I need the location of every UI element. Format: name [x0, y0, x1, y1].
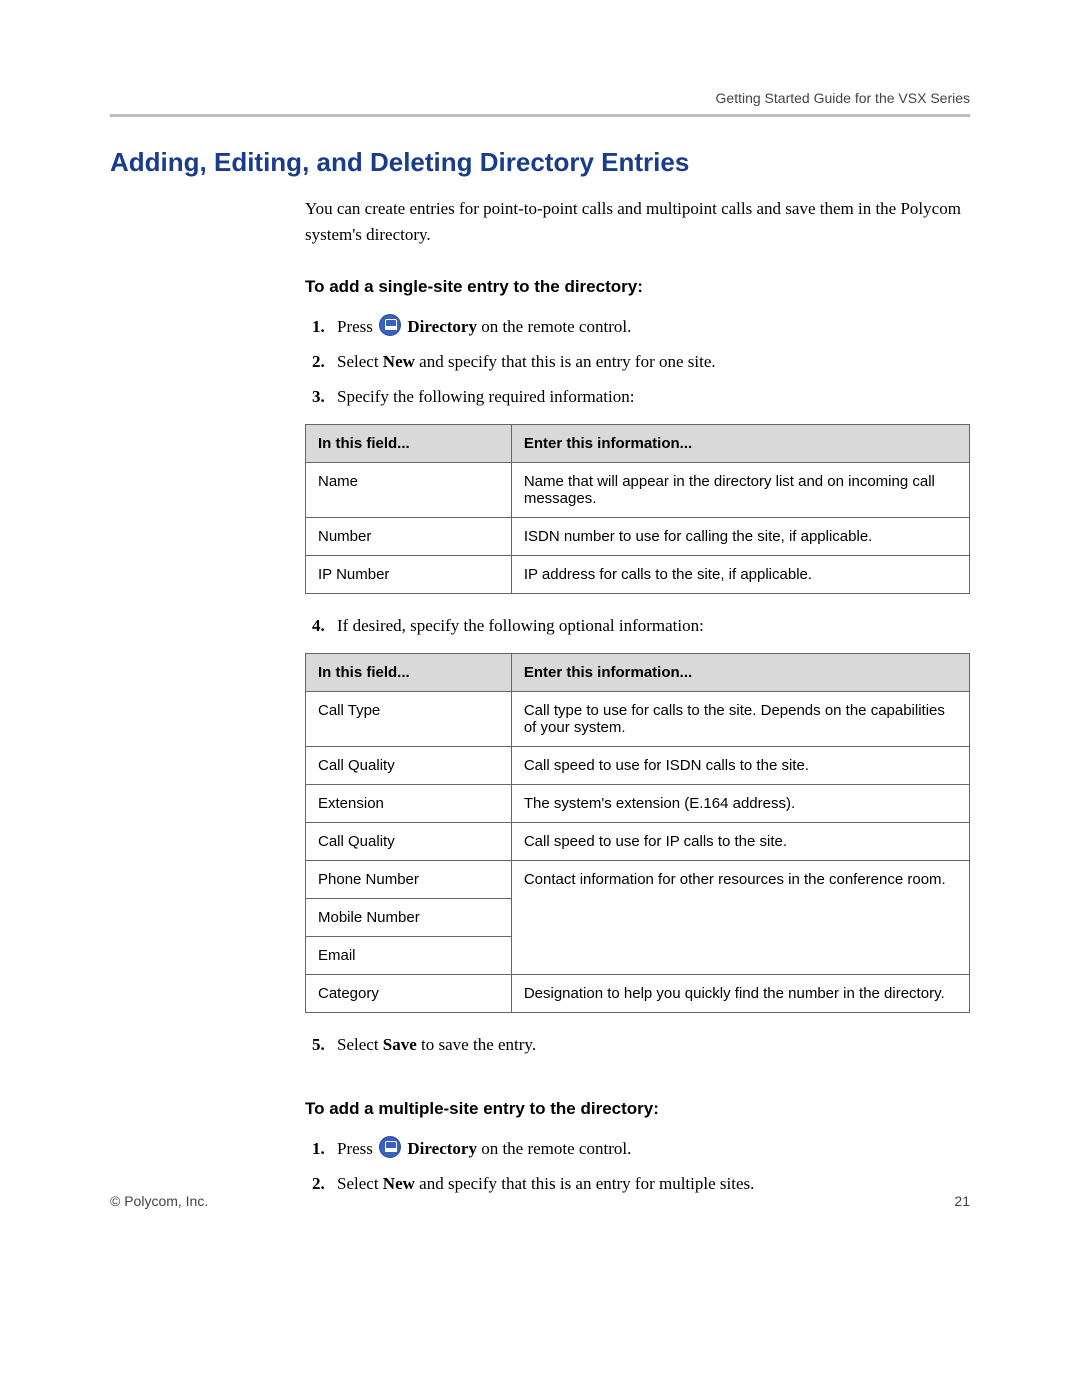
table-row: Call Type Call type to use for calls to …: [306, 691, 970, 746]
step-5: Select Save to save the entry.: [329, 1031, 970, 1060]
step-text: Press: [337, 1139, 377, 1158]
step-bold: Directory: [403, 1139, 477, 1158]
step-1: Press Directory on the remote control.: [329, 1135, 970, 1164]
step-bold: Save: [383, 1035, 417, 1054]
page-footer: © Polycom, Inc. 21: [110, 1193, 970, 1209]
step-3: Specify the following required informati…: [329, 383, 970, 412]
document-page: Getting Started Guide for the VSX Series…: [0, 0, 1080, 1269]
table-row: IP Number IP address for calls to the si…: [306, 555, 970, 593]
step-text: Select: [337, 1035, 383, 1054]
table-cell-field: Mobile Number: [306, 898, 512, 936]
step-text: Select: [337, 352, 383, 371]
table-cell-field: Phone Number: [306, 860, 512, 898]
footer-page-number: 21: [954, 1193, 970, 1209]
header-rule: [110, 114, 970, 117]
table-cell-field: Number: [306, 517, 512, 555]
table-row: Phone Number Contact information for oth…: [306, 860, 970, 898]
step-1: Press Directory on the remote control.: [329, 313, 970, 342]
step-text: and specify that this is an entry for mu…: [415, 1174, 754, 1193]
table-row: Extension The system's extension (E.164 …: [306, 784, 970, 822]
table-header-info: Enter this information...: [511, 653, 969, 691]
table-cell-field: IP Number: [306, 555, 512, 593]
footer-left: © Polycom, Inc.: [110, 1193, 208, 1209]
step-text: Press: [337, 317, 377, 336]
step-bold: Directory: [403, 317, 477, 336]
step-text: on the remote control.: [477, 1139, 631, 1158]
multi-site-heading: To add a multiple-site entry to the dire…: [305, 1099, 970, 1119]
table-cell-info: Name that will appear in the directory l…: [511, 462, 969, 517]
directory-icon: [379, 314, 401, 336]
table-cell-info: Call type to use for calls to the site. …: [511, 691, 969, 746]
table-cell-info: Call speed to use for ISDN calls to the …: [511, 746, 969, 784]
step-bold: New: [383, 1174, 415, 1193]
single-site-steps-end: Select Save to save the entry.: [305, 1031, 970, 1060]
table-row: Call Quality Call speed to use for IP ca…: [306, 822, 970, 860]
table-cell-info: Call speed to use for IP calls to the si…: [511, 822, 969, 860]
running-header: Getting Started Guide for the VSX Series: [110, 90, 970, 106]
single-site-steps: Press Directory on the remote control. S…: [305, 313, 970, 412]
table-row: Call Quality Call speed to use for ISDN …: [306, 746, 970, 784]
table-cell-field: Call Type: [306, 691, 512, 746]
section-title: Adding, Editing, and Deleting Directory …: [110, 147, 970, 178]
table-cell-field: Extension: [306, 784, 512, 822]
single-site-steps-cont: If desired, specify the following option…: [305, 612, 970, 641]
table-cell-info: IP address for calls to the site, if app…: [511, 555, 969, 593]
table-cell-info: Contact information for other resources …: [511, 860, 969, 974]
optional-fields-table: In this field... Enter this information.…: [305, 653, 970, 1013]
table-row: Number ISDN number to use for calling th…: [306, 517, 970, 555]
required-fields-table: In this field... Enter this information.…: [305, 424, 970, 594]
step-bold: New: [383, 352, 415, 371]
step-text: on the remote control.: [477, 317, 631, 336]
step-2: Select New and specify that this is an e…: [329, 348, 970, 377]
table-cell-info: Designation to help you quickly find the…: [511, 974, 969, 1012]
table-row: Name Name that will appear in the direct…: [306, 462, 970, 517]
content-column: You can create entries for point-to-poin…: [305, 196, 970, 1199]
table-cell-field: Call Quality: [306, 746, 512, 784]
step-text: to save the entry.: [417, 1035, 536, 1054]
table-header-info: Enter this information...: [511, 424, 969, 462]
table-cell-field: Category: [306, 974, 512, 1012]
table-cell-field: Name: [306, 462, 512, 517]
step-text: Select: [337, 1174, 383, 1193]
table-cell-field: Email: [306, 936, 512, 974]
step-4: If desired, specify the following option…: [329, 612, 970, 641]
table-row: Category Designation to help you quickly…: [306, 974, 970, 1012]
table-cell-info: The system's extension (E.164 address).: [511, 784, 969, 822]
table-header-field: In this field...: [306, 424, 512, 462]
step-text: and specify that this is an entry for on…: [415, 352, 716, 371]
intro-paragraph: You can create entries for point-to-poin…: [305, 196, 970, 247]
table-header-field: In this field...: [306, 653, 512, 691]
table-cell-info: ISDN number to use for calling the site,…: [511, 517, 969, 555]
directory-icon: [379, 1136, 401, 1158]
single-site-heading: To add a single-site entry to the direct…: [305, 277, 970, 297]
multi-site-steps: Press Directory on the remote control. S…: [305, 1135, 970, 1199]
table-cell-field: Call Quality: [306, 822, 512, 860]
